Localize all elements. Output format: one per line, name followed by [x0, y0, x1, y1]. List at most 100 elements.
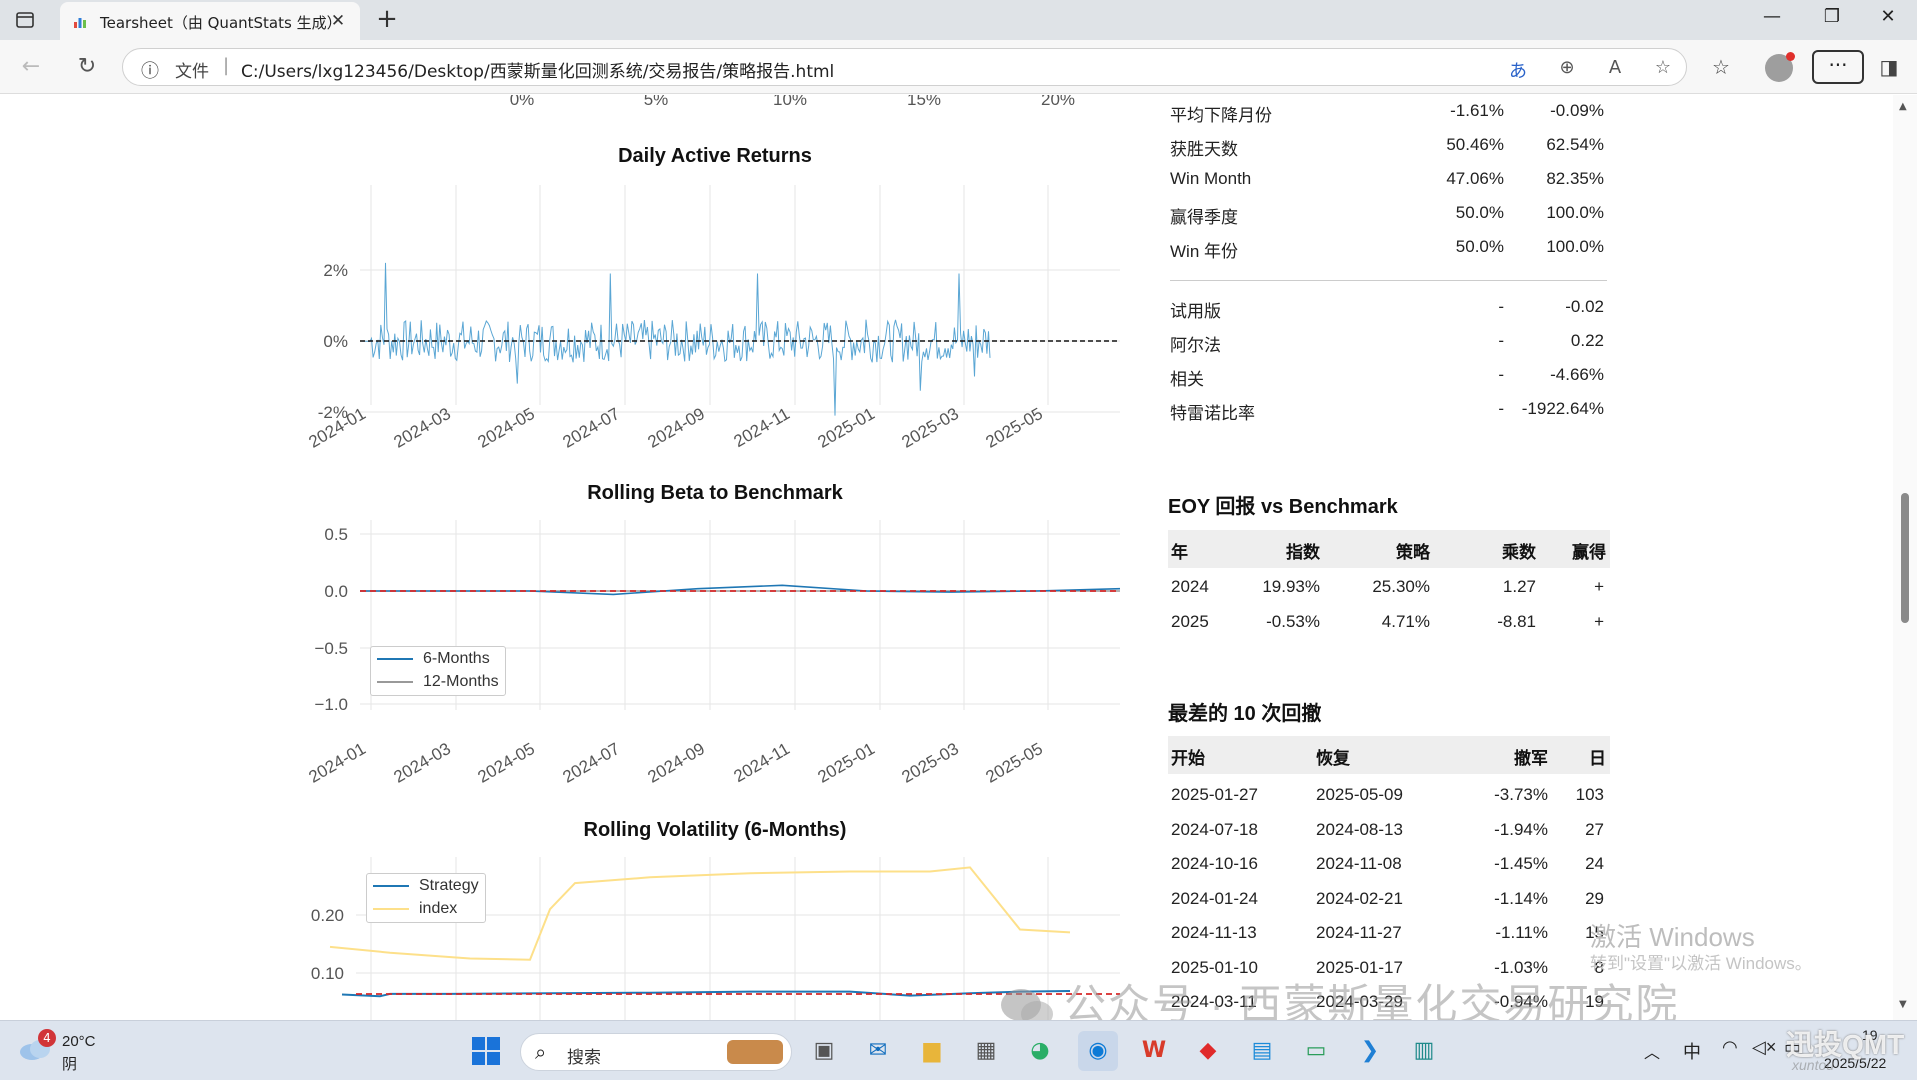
stat-label: 获胜天数 [1170, 140, 1238, 159]
stat-strategy-value: 100.0% [1546, 203, 1604, 222]
scroll-up-arrow-icon[interactable]: ▲ [1899, 101, 1907, 112]
settings-menu-icon[interactable]: ··· [1812, 50, 1864, 84]
tray-expand-icon[interactable]: ︿ [1644, 1039, 1660, 1063]
y-tick: 0.20 [311, 906, 344, 925]
eoy-cell: 2024 [1171, 577, 1209, 596]
drawdown-cell: -3.73% [1494, 785, 1548, 804]
drawdown-header-cell: 撤军 [1514, 749, 1548, 768]
drawdown-cell: 27 [1585, 819, 1604, 839]
mute-speaker-icon[interactable]: ◁× [1752, 1037, 1776, 1058]
file-scheme-label: 文件 [175, 62, 209, 82]
tab-actions-icon[interactable] [12, 8, 38, 32]
wechat-watermark: 公众号 · 西蒙斯量化交易研究院 [1000, 971, 1679, 1020]
y-tick: 0% [323, 332, 348, 351]
ime-indicator[interactable]: 中 [1683, 1038, 1701, 1064]
favorite-star-icon[interactable]: ☆ [1651, 57, 1675, 78]
wifi-icon[interactable]: ◠ [1722, 1037, 1738, 1058]
search-placeholder: 搜索 [567, 1048, 601, 1068]
url-text[interactable]: C:/Users/lxg123456/Desktop/西蒙斯量化回测系统/交易报… [241, 57, 834, 82]
monitor-app-icon[interactable]: ▭ [1296, 1031, 1336, 1071]
drawdown-table-header: 开始 恢复 撤军 日 [1168, 736, 1610, 774]
x-tick: 2024-05 [474, 404, 538, 452]
back-arrow-icon[interactable]: ← [16, 52, 46, 82]
stat-label: 试用版 [1170, 302, 1221, 321]
tab-close-icon[interactable]: ✕ [328, 11, 348, 31]
address-bar[interactable]: ⓘ 文件 | C:/Users/lxg123456/Desktop/西蒙斯量化回… [122, 48, 1687, 86]
favorites-icon[interactable]: ☆ [1705, 52, 1737, 82]
legend-label: index [419, 900, 458, 917]
red-app-icon[interactable]: ◆ [1188, 1031, 1228, 1071]
scroll-down-arrow-icon[interactable]: ▼ [1899, 999, 1907, 1010]
drawdown-cell: 29 [1585, 888, 1604, 908]
stat-row: 平均下降月份 -1.61% -0.09% [1170, 95, 1607, 129]
drawdown-cell: 103 [1575, 785, 1604, 804]
vscode-icon[interactable]: ❯ [1350, 1031, 1390, 1071]
stat-strategy-value: 100.0% [1546, 237, 1604, 256]
drawdown-section-title: 最差的 10 次回撤 [1168, 703, 1322, 725]
y-tick: −0.5 [314, 639, 348, 658]
x-tick: 2024-09 [644, 404, 708, 452]
profile-avatar[interactable] [1765, 52, 1795, 82]
restore-icon[interactable]: ❐ [1812, 6, 1852, 27]
x-tick: 2024-03 [390, 739, 454, 787]
legend-swatch [373, 885, 409, 887]
chart-title-rolling-beta: Rolling Beta to Benchmark [587, 482, 843, 504]
tab-title: Tearsheet（由 QuantStats 生成） [100, 14, 342, 32]
page-scrollbar[interactable]: ▲ ▼ [1893, 95, 1917, 1020]
drawdown-cell: 2025-01-27 [1171, 785, 1258, 804]
chart-title-rolling-vol: Rolling Volatility (6-Months) [583, 819, 847, 841]
eoy-cell: -0.53% [1266, 612, 1320, 631]
eoy-header-cell: 指数 [1286, 543, 1320, 562]
sidebar-toggle-icon[interactable]: ◨ [1873, 52, 1905, 82]
zoom-icon[interactable]: ⊕ [1555, 57, 1579, 78]
task-view-icon[interactable]: ▣ [804, 1031, 844, 1071]
stat-label: Win Month [1170, 169, 1252, 188]
wechat-icon[interactable]: ◕ [1020, 1031, 1060, 1071]
weather-widget[interactable]: 4 20°C 阴 [18, 1029, 108, 1073]
drawdown-cell: 24 [1585, 854, 1604, 873]
x-tick: 2024-03 [390, 404, 454, 452]
x-tick: 2025-01 [814, 739, 878, 787]
eoy-cell: + [1594, 612, 1604, 631]
stat-row: 相关 - -4.66% [1170, 359, 1607, 393]
info-icon[interactable]: ⓘ [141, 57, 159, 83]
taskbar-search-box[interactable]: ⌕ 搜索 [520, 1033, 792, 1071]
new-tab-button[interactable]: + [372, 4, 402, 34]
outlook-icon[interactable]: ✉ [858, 1031, 898, 1071]
x-tick: 2025-03 [898, 739, 962, 787]
stat-benchmark-value: 47.06% [1446, 169, 1504, 188]
refresh-icon[interactable]: ↻ [72, 52, 102, 82]
daily-active-returns-chart: 2% 0% -2% 2024-01 2024-03 2024-05 2024-07 20… [305, 185, 1120, 452]
stat-strategy-value: -0.02 [1565, 297, 1604, 316]
stat-label: 阿尔法 [1170, 336, 1221, 355]
trading-app-icon[interactable]: ▤ [1242, 1031, 1282, 1071]
stat-benchmark-value: 50.0% [1455, 203, 1504, 222]
drawdown-cell: 2024-11-27 [1316, 923, 1402, 942]
edge-browser-icon[interactable]: ◉ [1078, 1031, 1118, 1071]
stat-benchmark-value: - [1498, 399, 1504, 418]
sheet-app-icon[interactable]: ▥ [1404, 1031, 1444, 1071]
brand-watermark-sub: xuntou [1792, 1057, 1835, 1073]
notification-dot [1786, 52, 1795, 61]
drawdown-header-cell: 日 [1589, 749, 1606, 768]
store-icon[interactable]: ▦ [966, 1031, 1006, 1071]
search-highlight-icon [727, 1040, 783, 1064]
eoy-cell: 25.30% [1372, 577, 1430, 596]
top-tick: 0% [510, 95, 535, 109]
file-explorer-icon[interactable]: ▆ [912, 1031, 952, 1071]
minimize-icon[interactable]: — [1752, 6, 1792, 27]
translate-icon[interactable]: あ [1506, 57, 1530, 83]
stat-benchmark-value: -1.61% [1450, 101, 1504, 120]
wps-icon[interactable]: W [1134, 1031, 1174, 1071]
drawdown-table-row: 2024-01-24 2024-02-21 -1.14% 29 [1168, 881, 1610, 916]
stat-row: 特雷诺比率 - -1922.64% [1170, 393, 1607, 427]
legend-item: index [367, 897, 485, 920]
read-aloud-icon[interactable]: A [1603, 57, 1627, 78]
search-icon: ⌕ [535, 1040, 547, 1064]
scrollbar-thumb[interactable] [1901, 493, 1909, 623]
window-close-icon[interactable]: ✕ [1868, 6, 1908, 27]
browser-tab-active[interactable]: Tearsheet（由 QuantStats 生成） ✕ [60, 2, 360, 40]
stat-row: 阿尔法 - 0.22 [1170, 325, 1607, 359]
x-tick: 2025-05 [982, 739, 1046, 787]
start-button-icon[interactable] [466, 1031, 506, 1071]
